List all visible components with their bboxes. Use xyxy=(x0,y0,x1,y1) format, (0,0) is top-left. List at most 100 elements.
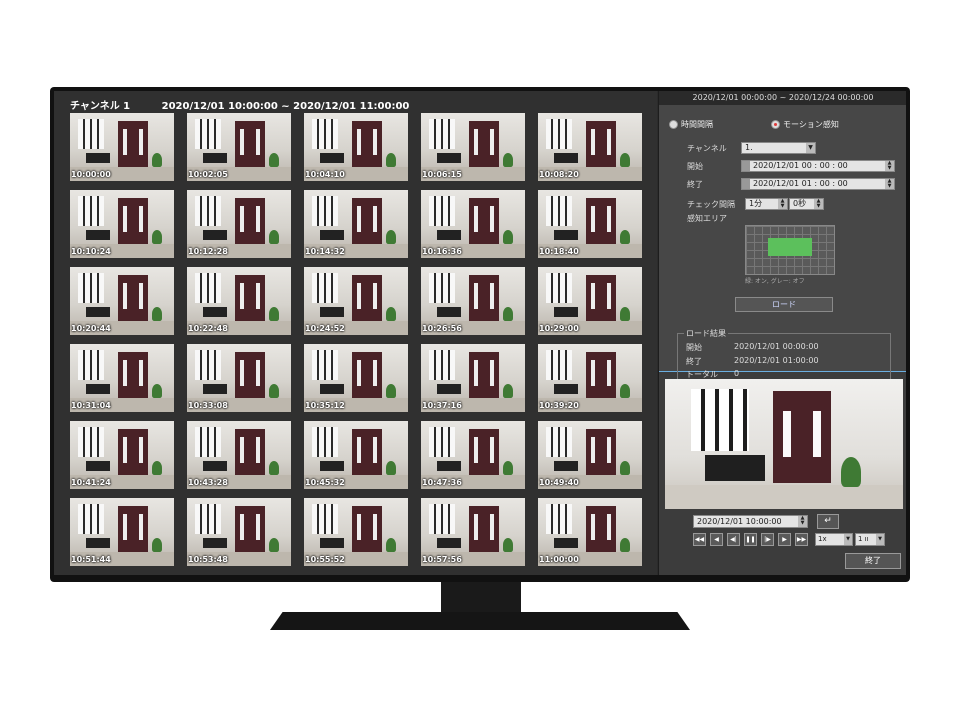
jump-button[interactable]: ↵ xyxy=(817,514,839,529)
interval-minutes-field[interactable]: 1分 ▲ ▼ xyxy=(745,198,788,210)
thumbnail[interactable]: 10:00:00 xyxy=(70,113,174,181)
thumb-cabinet xyxy=(437,384,461,394)
interval-seconds-field[interactable]: 0秒 ▲ ▼ xyxy=(789,198,824,210)
thumbnail-timestamp: 11:00:00 xyxy=(539,555,579,564)
thumbnail[interactable]: 11:00:00 xyxy=(538,498,642,566)
thumbnail[interactable]: 10:49:40 xyxy=(538,421,642,489)
mode-motion-radio[interactable]: モーション感知 xyxy=(771,119,839,130)
thumbnail-timestamp: 10:29:00 xyxy=(539,324,579,333)
playback-time-field[interactable]: 2020/12/01 10:00:00 ▲ ▼ xyxy=(693,515,808,528)
thumb-door xyxy=(469,429,499,475)
thumbnail[interactable]: 10:47:36 xyxy=(421,421,525,489)
play-icon[interactable]: ▶ xyxy=(778,533,791,546)
thumb-cabinet xyxy=(554,538,578,548)
end-label: 終了 xyxy=(687,180,703,189)
end-datetime-field[interactable]: 2020/12/01 01 : 00 : 00 ▲ ▼ xyxy=(741,178,895,190)
load-button[interactable]: ロード xyxy=(735,297,833,312)
thumbnail[interactable]: 10:02:05 xyxy=(187,113,291,181)
thumb-window xyxy=(429,119,455,149)
thumbnail[interactable]: 10:06:15 xyxy=(421,113,525,181)
fast-forward-icon[interactable]: ▶▶ xyxy=(795,533,808,546)
thumbnail[interactable]: 10:45:32 xyxy=(304,421,408,489)
detection-area-grid[interactable] xyxy=(745,225,835,275)
spinner-icon[interactable]: ▲ ▼ xyxy=(798,516,807,527)
thumbnail[interactable]: 10:37:16 xyxy=(421,344,525,412)
thumbnail[interactable]: 10:51:44 xyxy=(70,498,174,566)
mode-time-radio[interactable]: 時間間隔 xyxy=(669,119,713,130)
thumbnail[interactable]: 10:16:36 xyxy=(421,190,525,258)
thumbnail[interactable]: 10:10:24 xyxy=(70,190,174,258)
frame-back-icon[interactable]: ◀| xyxy=(727,533,740,546)
thumb-door xyxy=(469,506,499,552)
preview-plant xyxy=(841,457,861,487)
thumbnail[interactable]: 10:29:00 xyxy=(538,267,642,335)
thumb-window xyxy=(78,196,104,226)
frame-forward-icon[interactable]: |▶ xyxy=(761,533,774,546)
thumbnail[interactable]: 10:26:56 xyxy=(421,267,525,335)
area-legend-note: 緑: オン, グレー: オフ xyxy=(745,278,805,285)
thumbnail[interactable]: 10:53:48 xyxy=(187,498,291,566)
speed-select[interactable]: 1x ▼ xyxy=(815,533,853,546)
spinner-icon[interactable]: ▲ ▼ xyxy=(814,199,823,209)
result-start-label: 開始 xyxy=(686,343,702,352)
thumbnail-timestamp: 10:41:24 xyxy=(71,478,111,487)
thumbnail[interactable]: 10:35:12 xyxy=(304,344,408,412)
start-datetime-field[interactable]: 2020/12/01 00 : 00 : 00 ▲ ▼ xyxy=(741,160,895,172)
step-select[interactable]: 1 ıı ▼ xyxy=(855,533,885,546)
result-total-value: 0 xyxy=(734,369,740,378)
result-start-value: 2020/12/01 00:00:00 xyxy=(734,342,819,351)
thumbnail[interactable]: 10:39:20 xyxy=(538,344,642,412)
thumb-window xyxy=(78,273,104,303)
preview-video[interactable] xyxy=(665,379,903,509)
thumbnail[interactable]: 10:31:04 xyxy=(70,344,174,412)
thumbnail[interactable]: 10:24:52 xyxy=(304,267,408,335)
thumb-plant xyxy=(386,538,396,552)
thumb-plant xyxy=(152,384,162,398)
thumbnail[interactable]: 10:22:48 xyxy=(187,267,291,335)
thumbnail[interactable]: 10:20:44 xyxy=(70,267,174,335)
preview-door xyxy=(773,391,831,483)
spinner-icon[interactable]: ▲ ▼ xyxy=(885,161,894,171)
thumbnail[interactable]: 10:41:24 xyxy=(70,421,174,489)
radio-on-icon xyxy=(771,120,780,129)
thumbnail[interactable]: 10:14:32 xyxy=(304,190,408,258)
fast-rewind-icon[interactable]: ◀◀ xyxy=(693,533,706,546)
area-label: 感知エリア xyxy=(687,214,727,223)
thumbnail[interactable]: 10:55:52 xyxy=(304,498,408,566)
thumb-plant xyxy=(386,307,396,321)
thumb-plant xyxy=(503,384,513,398)
thumb-window xyxy=(195,119,221,149)
thumbnail-timestamp: 10:33:08 xyxy=(188,401,228,410)
thumbnail[interactable]: 10:33:08 xyxy=(187,344,291,412)
thumb-cabinet xyxy=(437,461,461,471)
spinner-icon[interactable]: ▲ ▼ xyxy=(778,199,787,209)
thumbnail[interactable]: 10:08:20 xyxy=(538,113,642,181)
thumb-cabinet xyxy=(203,461,227,471)
thumb-cabinet xyxy=(86,307,110,317)
thumb-window xyxy=(195,504,221,534)
load-result-title: ロード結果 xyxy=(684,328,728,339)
pause-icon[interactable]: ❚❚ xyxy=(744,533,757,546)
step-back-icon[interactable]: ◀ xyxy=(710,533,723,546)
thumbnail[interactable]: 10:04:10 xyxy=(304,113,408,181)
channel-select[interactable]: 1. ▼ xyxy=(741,142,816,154)
thumbnail[interactable]: 10:57:56 xyxy=(421,498,525,566)
end-button[interactable]: 終了 xyxy=(845,553,901,569)
channel-select-value: 1. xyxy=(745,143,753,152)
thumbnail-timestamp: 10:20:44 xyxy=(71,324,111,333)
result-start-row: 開始 2020/12/01 00:00:00 xyxy=(686,342,819,353)
grid-header: チャンネル 1 2020/12/01 10:00:00 ~ 2020/12/01… xyxy=(70,97,437,112)
flag-icon xyxy=(742,161,750,171)
thumbnail[interactable]: 10:43:28 xyxy=(187,421,291,489)
thumbnail[interactable]: 10:12:28 xyxy=(187,190,291,258)
thumb-door xyxy=(118,506,148,552)
thumb-window xyxy=(429,196,455,226)
thumbnail-timestamp: 10:57:56 xyxy=(422,555,462,564)
thumb-door xyxy=(469,275,499,321)
thumbnail-timestamp: 10:10:24 xyxy=(71,247,111,256)
load-result-box: ロード結果 開始 2020/12/01 00:00:00 終了 2020/12/… xyxy=(677,328,891,383)
spinner-icon[interactable]: ▲ ▼ xyxy=(885,179,894,189)
screen: チャンネル 1 2020/12/01 10:00:00 ~ 2020/12/01… xyxy=(54,91,906,575)
thumb-cabinet xyxy=(86,461,110,471)
thumbnail[interactable]: 10:18:40 xyxy=(538,190,642,258)
